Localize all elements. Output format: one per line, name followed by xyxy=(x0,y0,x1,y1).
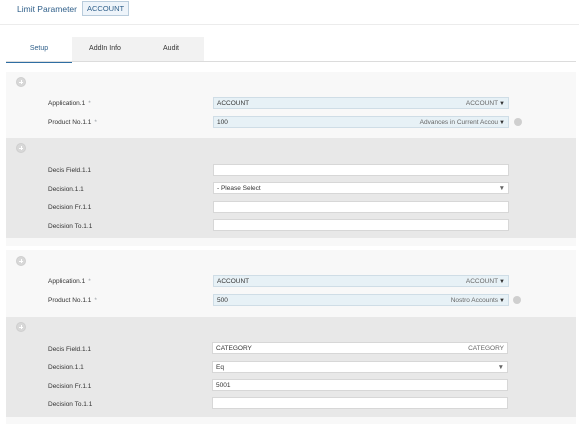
application-label-2: Application.1 * xyxy=(48,278,91,285)
header-divider xyxy=(0,24,579,25)
decision-to-input-1[interactable] xyxy=(213,219,509,231)
application-value-2: ACCOUNT xyxy=(217,278,250,285)
product-field-2[interactable]: 500 Nostro Accounts▼ xyxy=(213,294,509,306)
decision-to-label-1: Decision To.1.1 xyxy=(48,223,93,230)
add-product-icon[interactable] xyxy=(513,296,521,304)
decision-from-input-1[interactable] xyxy=(213,201,509,213)
product-dropdown-2[interactable]: Nostro Accounts▼ xyxy=(451,295,505,307)
tab-audit[interactable]: Audit xyxy=(138,37,204,61)
product-dropdown-1[interactable]: Advances in Current Accou▼ xyxy=(420,117,505,129)
decision-select-2[interactable]: Eq ▼ xyxy=(212,361,508,373)
product-value-1: 100 xyxy=(217,119,228,126)
tab-divider xyxy=(6,61,576,62)
product-value-2: 500 xyxy=(217,297,228,304)
application-dropdown-1[interactable]: ACCOUNT▼ xyxy=(466,98,505,110)
record-id-badge[interactable]: ACCOUNT xyxy=(82,1,130,16)
decision-from-label-1: Decision Fr.1.1 xyxy=(48,204,92,211)
tab-bar: Setup AddIn Info Audit xyxy=(6,37,204,63)
decis-field-label-1: Decis Field.1.1 xyxy=(48,167,91,174)
decision-to-label-2: Decision To.1.1 xyxy=(48,401,93,408)
decision-to-input-2[interactable] xyxy=(212,397,508,409)
expand-decision-1-icon[interactable] xyxy=(16,143,26,153)
decision-label-1: Decision.1.1 xyxy=(48,186,84,193)
chevron-down-icon: ▼ xyxy=(499,279,505,285)
page-title: Limit Parameter xyxy=(17,4,77,14)
page-header: Limit Parameter ACCOUNT xyxy=(0,0,579,22)
decis-field-label-2: Decis Field.1.1 xyxy=(48,346,91,353)
chevron-down-icon: ▼ xyxy=(497,364,504,371)
application-dropdown-2[interactable]: ACCOUNT▼ xyxy=(466,276,505,288)
chevron-down-icon: ▼ xyxy=(498,185,505,192)
application-label-1: Application.1 * xyxy=(48,100,91,107)
tab-addin-info[interactable]: AddIn Info xyxy=(72,37,138,61)
decis-field-input-2[interactable]: CATEGORY CATEGORY xyxy=(212,342,508,354)
decision-from-label-2: Decision Fr.1.1 xyxy=(48,383,92,390)
decision-select-1[interactable]: - Please Select ▼ xyxy=(213,182,509,194)
decision-label-2: Decision.1.1 xyxy=(48,364,84,371)
decis-field-input-1[interactable] xyxy=(213,164,509,176)
application-field-1[interactable]: ACCOUNT ACCOUNT▼ xyxy=(213,97,509,109)
chevron-down-icon: ▼ xyxy=(499,298,505,304)
tab-setup[interactable]: Setup xyxy=(6,37,72,63)
product-field-1[interactable]: 100 Advances in Current Accou▼ xyxy=(213,116,509,128)
product-label-2: Product No.1.1 * xyxy=(48,297,97,304)
expand-group-1-icon[interactable] xyxy=(16,77,26,87)
product-label-1: Product No.1.1 * xyxy=(48,119,97,126)
decision-from-input-2[interactable]: 5001 xyxy=(212,379,508,391)
expand-decision-2-icon[interactable] xyxy=(16,322,26,332)
application-field-2[interactable]: ACCOUNT ACCOUNT▼ xyxy=(213,275,509,287)
chevron-down-icon: ▼ xyxy=(499,120,505,126)
application-value-1: ACCOUNT xyxy=(217,100,250,107)
add-product-icon[interactable] xyxy=(514,118,522,126)
expand-group-2-icon[interactable] xyxy=(16,256,26,266)
chevron-down-icon: ▼ xyxy=(499,101,505,107)
